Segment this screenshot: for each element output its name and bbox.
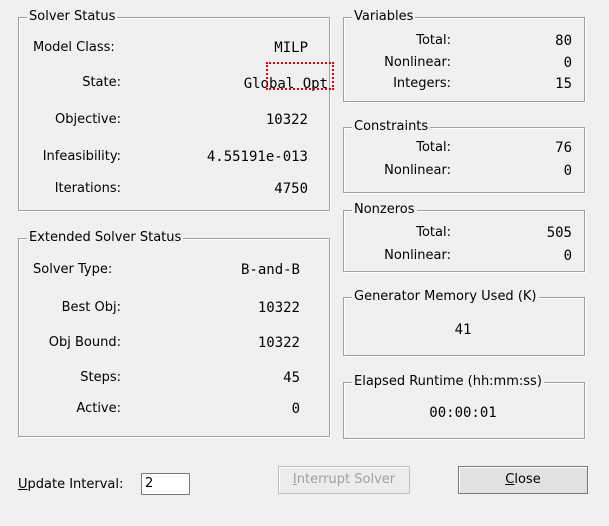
nonzeros-total-label: Total: [416, 225, 451, 240]
close-button[interactable]: Close [458, 466, 588, 494]
constraints-nonlinear-label: Nonlinear: [384, 163, 451, 178]
constraints-nonlinear-value: 0 [563, 163, 572, 179]
model-class-label: Model Class: [33, 40, 115, 55]
nonzeros-total-value: 505 [546, 225, 572, 241]
constraints-total-label: Total: [416, 140, 451, 155]
variables-nonlinear-value: 0 [563, 55, 572, 71]
model-class-value: MILP [274, 40, 308, 56]
update-interval-input[interactable]: 2 [141, 473, 190, 495]
state-highlight-box [266, 62, 334, 90]
active-label: Active: [76, 401, 121, 416]
iterations-label: Iterations: [54, 181, 121, 196]
memory-value: 41 [454, 322, 472, 338]
active-value: 0 [291, 401, 300, 417]
obj-bound-label: Obj Bound: [48, 335, 121, 350]
constraints-title: Constraints [352, 119, 431, 135]
variables-total-label: Total: [416, 33, 451, 48]
update-interval-label: Update Interval: [18, 477, 124, 492]
constraints-group: Constraints [343, 119, 585, 193]
objective-label: Objective: [54, 112, 121, 127]
best-obj-value: 10322 [257, 300, 300, 316]
nonzeros-nonlinear-label: Nonlinear: [384, 248, 451, 263]
state-label: State: [82, 75, 121, 90]
variables-integers-label: Integers: [393, 76, 451, 91]
infeasibility-label: Infeasibility: [42, 149, 121, 164]
solver-type-label: Solver Type: [33, 262, 113, 277]
constraints-total-value: 76 [555, 140, 572, 156]
objective-value: 10322 [265, 112, 308, 128]
solver-type-value: B-and-B [240, 262, 300, 278]
runtime-value: 00:00:01 [429, 405, 497, 421]
infeasibility-value: 4.55191e-013 [206, 149, 308, 165]
variables-integers-value: 15 [555, 76, 572, 92]
steps-value: 45 [283, 370, 300, 386]
iterations-value: 4750 [274, 181, 308, 197]
interrupt-solver-button[interactable]: Interrupt Solver [278, 466, 410, 494]
steps-label: Steps: [80, 370, 121, 385]
solver-status-title: Solver Status [27, 9, 118, 25]
nonzeros-nonlinear-value: 0 [563, 248, 572, 264]
extended-status-title: Extended Solver Status [27, 230, 184, 246]
variables-title: Variables [352, 9, 416, 25]
memory-title: Generator Memory Used (K) [352, 289, 539, 305]
runtime-title: Elapsed Runtime (hh:mm:ss) [352, 374, 544, 390]
nonzeros-title: Nonzeros [352, 202, 417, 218]
obj-bound-value: 10322 [257, 335, 300, 351]
variables-nonlinear-label: Nonlinear: [384, 55, 451, 70]
variables-total-value: 80 [555, 33, 572, 49]
best-obj-label: Best Obj: [61, 300, 121, 315]
